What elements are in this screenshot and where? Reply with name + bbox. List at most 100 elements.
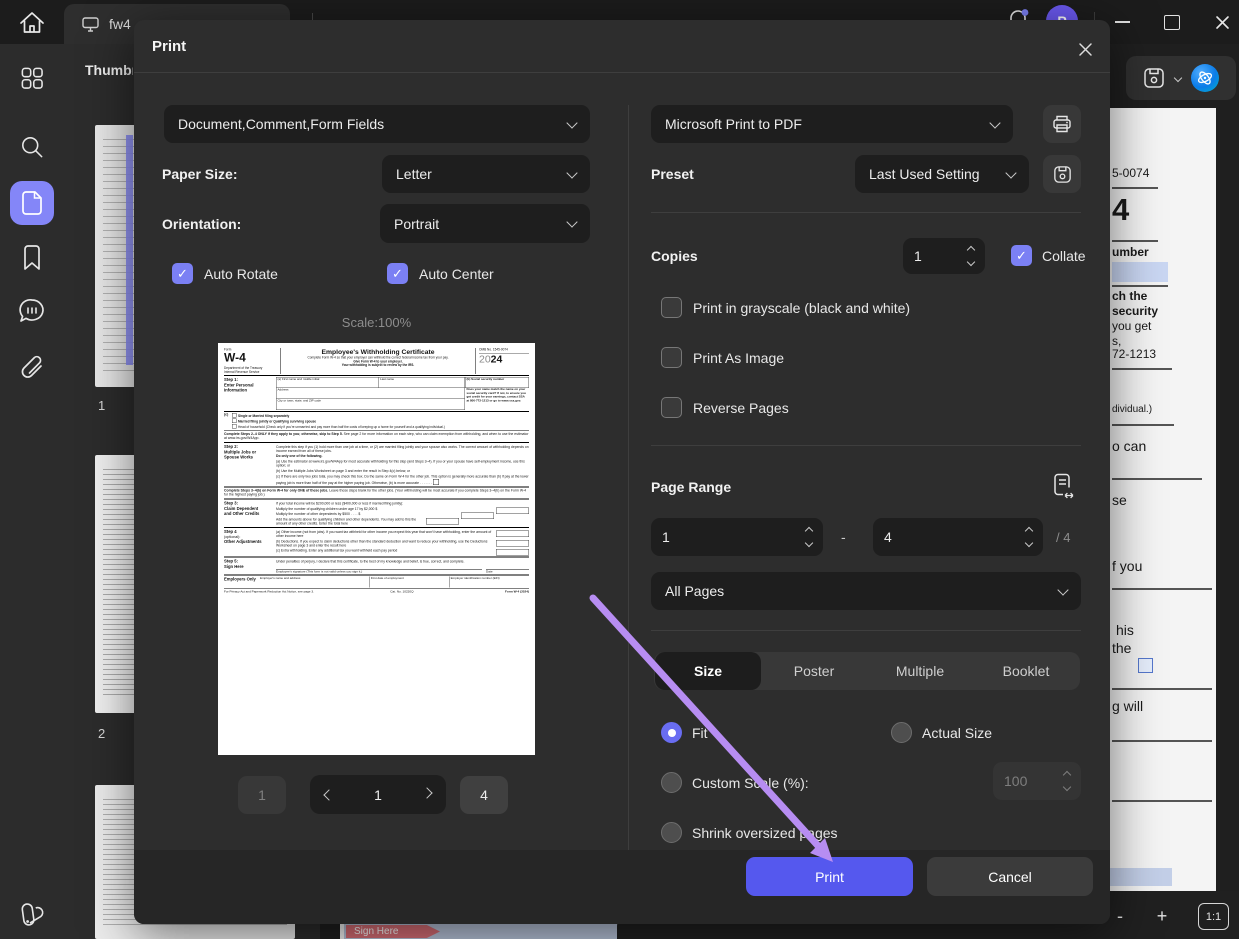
save-file-button[interactable] [1143,67,1165,89]
maximize-button[interactable] [1161,12,1183,32]
sidebar-item-attachments[interactable] [16,352,48,384]
increment-icon[interactable] [967,246,975,254]
grayscale-checkbox[interactable] [661,297,682,318]
page-subset-value: All Pages [665,583,724,599]
w4-date-label: Date [486,569,529,574]
reverse-pages-checkbox[interactable] [661,397,682,418]
form-field[interactable] [1112,262,1168,282]
paperclip-icon [18,353,46,383]
w4-year-light: 20 [479,353,491,365]
grayscale-label: Print in grayscale (black and white) [693,297,910,318]
page-subset-dropdown[interactable]: All Pages [651,572,1081,610]
section-divider [651,212,1081,213]
custom-range-button[interactable] [1048,470,1078,502]
copies-stepper[interactable]: 1 [903,238,985,274]
w4-form-code: W-4 [224,352,280,364]
decrement-icon [1063,783,1071,791]
w4-title: Employee's Withholding Certificate [285,348,472,356]
pdf-text-fragment: g will [1112,698,1143,714]
actual-size-radio[interactable] [891,722,912,743]
collate-checkbox[interactable]: ✓ [1011,245,1032,266]
print-button[interactable]: Print [746,857,913,896]
chevron-down-icon [566,167,577,178]
tab-poster[interactable]: Poster [761,652,867,690]
minimize-button[interactable] [1110,12,1134,32]
decrement-icon[interactable] [967,258,975,266]
range-from-input[interactable]: 1 [651,518,823,556]
w4-checkbox [232,419,237,424]
chevron-down-icon [1005,167,1016,178]
orientation-dropdown[interactable]: Portrait [380,204,590,243]
custom-scale-radio[interactable] [661,772,682,793]
ai-assistant-button[interactable] [1191,64,1219,92]
save-preset-button[interactable] [1043,155,1081,193]
chevron-down-icon [989,117,1000,128]
shrink-oversized-radio[interactable] [661,822,682,843]
increment-icon[interactable] [805,527,813,535]
w4-footer-left: For Privacy Act and Paperwork Reduction … [224,590,360,594]
pdf-text-fragment: 72-1213 [1112,347,1156,361]
w4-step2-b: (b) Use the Multiple Jobs Worksheet on p… [276,469,529,473]
zoom-in-button[interactable]: + [1152,903,1172,929]
auto-rotate-label: Auto Rotate [204,263,278,284]
increment-icon[interactable] [1025,527,1033,535]
custom-scale-input[interactable]: 100 [993,762,1081,800]
printer-properties-button[interactable] [1043,105,1081,143]
zoom-out-button[interactable]: - [1110,903,1130,929]
cancel-button[interactable]: Cancel [927,857,1093,896]
w4-step2-p2: Do only one of the following. [276,455,529,459]
chevron-down-icon [566,117,577,128]
grid-icon [18,64,46,92]
window-close-button[interactable] [1210,11,1234,33]
auto-rotate-checkbox[interactable]: ✓ [172,263,193,284]
actual-size-button[interactable]: 1:1 [1198,903,1229,930]
range-to-input[interactable]: 4 [873,518,1043,556]
section-divider [651,630,1081,631]
w4-step3-p1: If your total income will be $200,000 or… [276,502,529,506]
next-page-icon[interactable] [421,787,432,798]
w4-signature-line: Employee's signature (This form is not v… [276,569,482,574]
save-options-chevron[interactable] [1174,74,1182,82]
w4-field-firstname: (a) First name and middle initial [276,377,379,388]
w4-step4-sub: Other Adjustments [224,539,263,544]
reverse-pages-label: Reverse Pages [693,397,789,418]
preset-dropdown[interactable]: Last Used Setting [855,155,1029,193]
sidebar-item-bookmarks[interactable] [16,243,48,273]
pdf-text-fragment: his [1116,622,1134,638]
form-field[interactable] [1110,868,1172,886]
sidebar-item-tools[interactable] [16,898,48,932]
home-button[interactable] [14,8,50,38]
decrement-icon[interactable] [1025,539,1033,547]
paper-size-dropdown[interactable]: Letter [382,155,590,193]
previous-page-icon[interactable] [323,789,334,800]
w4-step4-b: (b) Deductions. If you expect to claim d… [276,540,487,548]
w4-checkbox [433,479,439,485]
fit-radio[interactable] [661,722,682,743]
print-as-image-checkbox[interactable] [661,347,682,368]
pdf-text-fragment: you get [1112,319,1151,333]
w4-employers-label: Employers Only [224,577,259,588]
sign-here-badge[interactable]: Sign Here [346,925,440,938]
tab-size[interactable]: Size [655,652,761,690]
w4-field-ssn: (b) Social security number [465,377,529,388]
sidebar-item-grid[interactable] [16,63,48,93]
w4-step4-label: Step 4 [224,529,237,534]
print-content-dropdown[interactable]: Document,Comment,Form Fields [164,105,590,143]
sidebar-item-comments[interactable] [16,296,48,326]
w4-step2-sub: Multiple Jobs or Spouse Works [224,449,264,460]
actual-size-label: Actual Size [922,722,992,743]
printer-dropdown[interactable]: Microsoft Print to PDF [651,105,1013,143]
pdf-text-fragment: dividual.) [1112,404,1152,415]
dialog-close-button[interactable] [1072,36,1098,62]
last-page-button[interactable]: 4 [460,776,508,814]
sidebar-item-thumbnails[interactable] [10,181,54,225]
chat-icon [17,297,47,325]
decrement-icon[interactable] [805,539,813,547]
auto-center-checkbox[interactable]: ✓ [387,263,408,284]
form-checkbox[interactable] [1138,658,1153,673]
tab-multiple[interactable]: Multiple [867,652,973,690]
sidebar-item-search[interactable] [16,132,48,162]
w4-step2-c: (c) If there are only two jobs total, yo… [276,475,529,485]
tab-booklet[interactable]: Booklet [973,652,1079,690]
first-page-button[interactable]: 1 [238,776,286,814]
